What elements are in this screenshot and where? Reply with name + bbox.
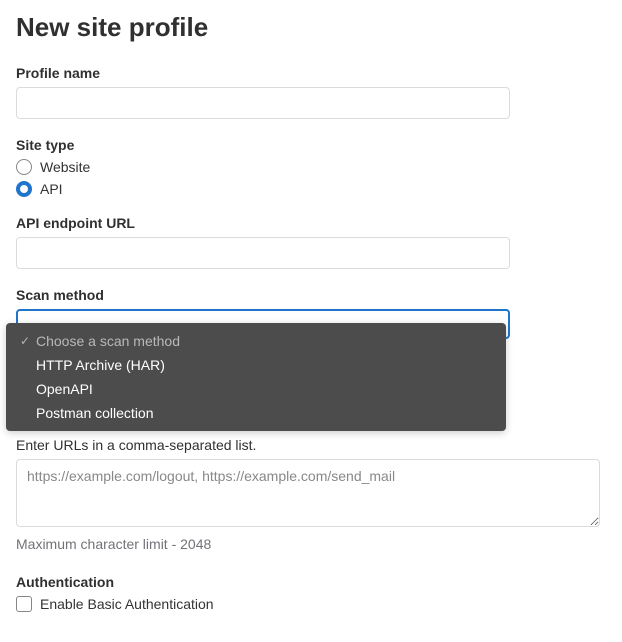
excluded-urls-limit: Maximum character limit - 2048 xyxy=(16,536,606,552)
excluded-urls-helper: Enter URLs in a comma-separated list. xyxy=(16,437,606,453)
scan-method-option-postman[interactable]: Postman collection xyxy=(6,401,506,425)
radio-checked-icon xyxy=(16,181,32,197)
scan-method-label: Scan method xyxy=(16,287,606,303)
excluded-urls-textarea[interactable] xyxy=(16,459,600,527)
scan-method-dropdown: ✓ Choose a scan method HTTP Archive (HAR… xyxy=(6,323,506,431)
profile-name-label: Profile name xyxy=(16,65,606,81)
api-endpoint-group: API endpoint URL xyxy=(16,215,606,269)
dropdown-option-label: Postman collection xyxy=(36,405,154,421)
api-endpoint-input[interactable] xyxy=(16,237,510,269)
radio-unchecked-icon xyxy=(16,159,32,175)
excluded-urls-group: Enter URLs in a comma-separated list. Ma… xyxy=(16,437,606,552)
page-title: New site profile xyxy=(16,12,606,43)
api-endpoint-label: API endpoint URL xyxy=(16,215,606,231)
dropdown-option-label: HTTP Archive (HAR) xyxy=(36,357,165,373)
site-type-option-label: API xyxy=(40,181,63,197)
authentication-label: Authentication xyxy=(16,574,606,590)
site-type-group: Site type Website API xyxy=(16,137,606,197)
scan-method-option-har[interactable]: HTTP Archive (HAR) xyxy=(6,353,506,377)
dropdown-option-label: OpenAPI xyxy=(36,381,93,397)
checkmark-icon: ✓ xyxy=(20,334,30,348)
site-type-option-label: Website xyxy=(40,159,90,175)
dropdown-option-label: Choose a scan method xyxy=(36,333,180,349)
profile-name-input[interactable] xyxy=(16,87,510,119)
scan-method-option-openapi[interactable]: OpenAPI xyxy=(6,377,506,401)
profile-name-group: Profile name xyxy=(16,65,606,119)
site-type-option-website[interactable]: Website xyxy=(16,159,606,175)
site-type-label: Site type xyxy=(16,137,606,153)
authentication-group: Authentication Enable Basic Authenticati… xyxy=(16,574,606,612)
scan-method-option-placeholder[interactable]: ✓ Choose a scan method xyxy=(6,329,506,353)
site-type-option-api[interactable]: API xyxy=(16,181,606,197)
